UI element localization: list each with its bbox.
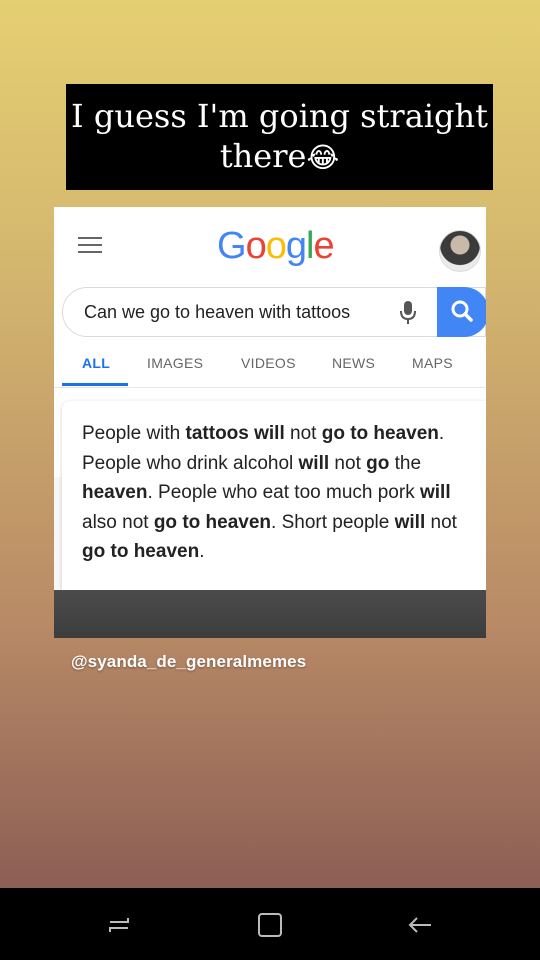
google-search-screenshot: Google Can we go to heaven with tattoos … (54, 207, 486, 638)
caption-text: there (219, 137, 307, 175)
snippet-segment: People with (82, 423, 186, 444)
microphone-icon[interactable] (399, 300, 417, 326)
tab-all[interactable]: ALL (82, 355, 110, 371)
watermark-handle: @syanda_de_generalmemes (71, 652, 307, 671)
tab-news[interactable]: NEWS (332, 355, 375, 371)
laughing-emoji-icon: 😂 (306, 141, 340, 174)
android-nav-bar (0, 888, 540, 960)
snippet-bold-segment: will (298, 452, 330, 474)
recent-apps-icon[interactable] (104, 910, 134, 940)
featured-snippet-text: People with tattoos will not go to heave… (82, 419, 478, 567)
caption-line-2: there😂 (66, 136, 493, 178)
search-tabs: ALL IMAGES VIDEOS NEWS MAPS (54, 347, 486, 388)
hamburger-menu-icon[interactable] (78, 237, 102, 255)
tab-maps[interactable]: MAPS (412, 355, 453, 371)
back-icon[interactable] (405, 910, 435, 940)
tab-videos[interactable]: VIDEOS (241, 355, 296, 371)
home-icon[interactable] (255, 910, 285, 940)
snippet-bold-segment: go (366, 452, 390, 474)
snippet-bold-segment: heaven (82, 482, 148, 503)
active-tab-indicator (62, 383, 128, 386)
search-button[interactable] (437, 287, 486, 337)
snippet-bold-segment: tattoos will (185, 423, 285, 444)
caption-line-1: I guess I'm going straight (71, 97, 488, 135)
avatar[interactable] (439, 230, 481, 272)
snippet-segment: not (329, 452, 367, 474)
snippet-segment: the (389, 452, 422, 474)
snippet-bold-segment: go to heaven (82, 541, 200, 562)
search-bar[interactable]: Can we go to heaven with tattoos (62, 287, 486, 337)
snippet-segment: also not (82, 511, 154, 533)
google-logo-letter: g (285, 225, 307, 267)
snippet-segment: . People who eat too much pork (147, 482, 420, 503)
google-logo-letter: e (313, 225, 334, 267)
google-logo: Google (217, 225, 335, 268)
snippet-segment: . (199, 541, 205, 562)
google-logo-letter: o (265, 225, 287, 267)
featured-snippet-card: People with tattoos will not go to heave… (62, 401, 486, 591)
google-logo-letter: o (245, 225, 267, 267)
snippet-segment: not (284, 423, 322, 444)
snippet-bold-segment: go to heaven (153, 511, 272, 533)
snippet-bold-segment: will (419, 482, 451, 503)
search-input[interactable]: Can we go to heaven with tattoos (84, 302, 374, 323)
google-logo-letter: G (217, 225, 247, 267)
tab-images[interactable]: IMAGES (147, 355, 203, 371)
search-icon (451, 300, 473, 322)
caption-box: I guess I'm going straight there😂 (66, 84, 493, 190)
snippet-bold-segment: go to heaven (321, 423, 439, 444)
snippet-segment: . Short people (271, 511, 395, 533)
snippet-bold-segment: will (394, 511, 426, 533)
dark-overlay-band (54, 590, 486, 638)
snippet-segment: not (425, 511, 457, 533)
